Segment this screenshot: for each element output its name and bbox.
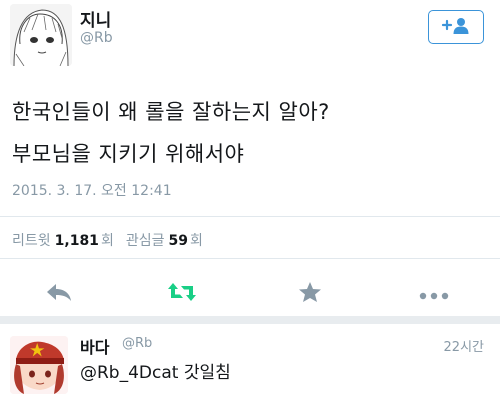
- more-icon: [419, 285, 449, 304]
- retweet-count-unit: 회: [100, 233, 114, 249]
- favorite-count-unit: 회: [189, 233, 203, 249]
- star-icon: [298, 281, 322, 307]
- reply-user-handle[interactable]: @Rb: [122, 336, 152, 351]
- tweet-timestamp: 2015. 3. 17. 오전 12:41: [12, 183, 172, 199]
- divider: [0, 258, 500, 259]
- more-button[interactable]: [419, 282, 449, 306]
- favorite-count[interactable]: 59: [168, 233, 187, 249]
- reply-display-name[interactable]: 바다: [80, 334, 109, 358]
- retweet-count-label: 리트윗: [12, 233, 51, 249]
- reply-icon: [45, 281, 73, 307]
- favorite-count-label: 관심글: [125, 233, 165, 249]
- section-separator: [0, 316, 500, 324]
- reply-user-avatar[interactable]: [10, 336, 68, 394]
- tweet-stats: 리트윗 1,181 회 관심글 59 회: [12, 230, 203, 250]
- retweet-icon: [167, 281, 197, 307]
- reply-text: @Rb_4Dcat 갓일침: [80, 363, 231, 383]
- main-tweet: 지니 @Rb 한국인들이 왜 롤을 잘하는지 알아? 부모님을 지키기 위해서야…: [0, 0, 500, 316]
- follow-button[interactable]: [428, 10, 484, 44]
- reply-time: 22시간: [443, 340, 484, 355]
- divider: [0, 216, 500, 217]
- tweet-text-line-1: 한국인들이 왜 롤을 잘하는지 알아?: [12, 100, 330, 124]
- reply-tweet[interactable]: 바다 @Rb 22시간 @Rb_4Dcat 갓일침: [0, 324, 500, 402]
- user-avatar[interactable]: [10, 4, 72, 66]
- reply-button[interactable]: [45, 282, 73, 306]
- user-handle[interactable]: @Rb: [80, 30, 113, 46]
- display-name[interactable]: 지니: [80, 6, 111, 31]
- add-user-icon: [440, 16, 472, 38]
- favorite-button[interactable]: [296, 282, 324, 306]
- retweet-button[interactable]: [168, 282, 196, 306]
- retweet-count[interactable]: 1,181: [55, 233, 99, 249]
- tweet-text-line-2: 부모님을 지키기 위해서야: [12, 142, 245, 166]
